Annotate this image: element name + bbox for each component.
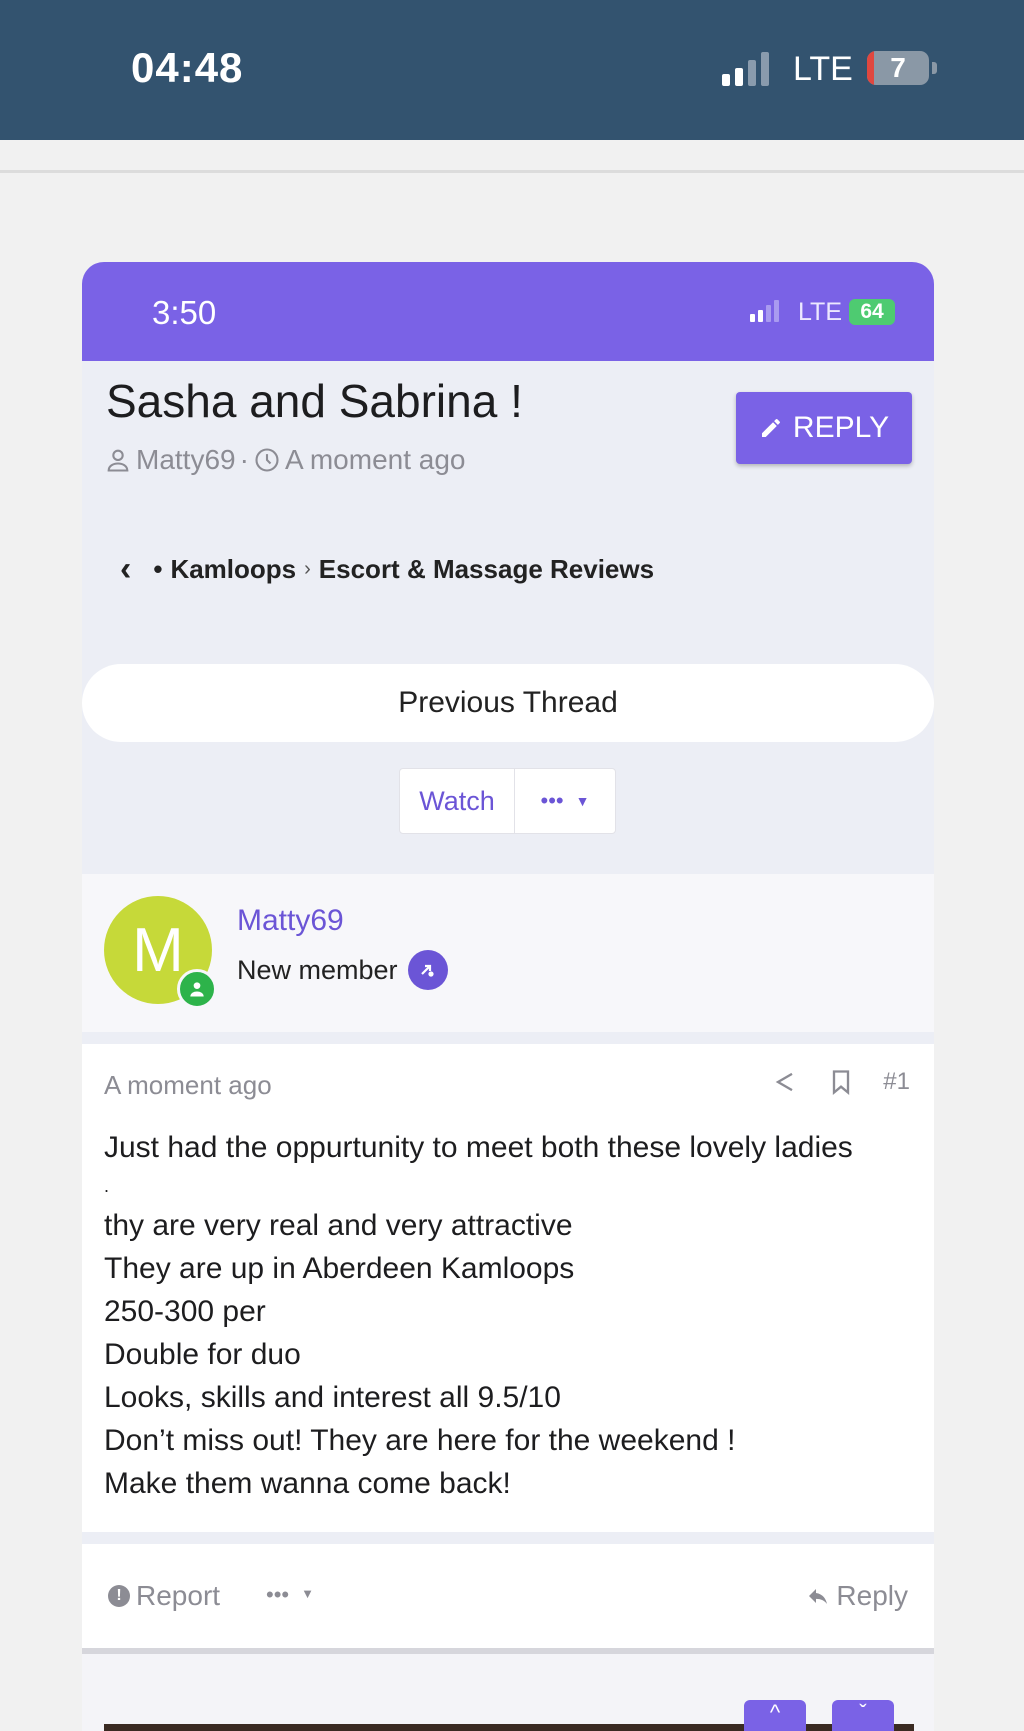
next-post-preview xyxy=(82,1654,934,1731)
thread-meta: Matty69 · A moment ago xyxy=(104,444,466,476)
chevron-up-icon: ^ xyxy=(769,1700,781,1725)
online-status-icon xyxy=(177,969,217,1009)
post-line: . xyxy=(104,1176,110,1196)
post-line: Just had the oppurtunity to meet both th… xyxy=(104,1131,853,1164)
outer-status-bar: 04:48 LTE 7 xyxy=(0,0,1024,140)
reply-link[interactable]: Reply xyxy=(806,1580,908,1612)
inner-clock: 3:50 xyxy=(152,294,217,331)
post-author: M Matty69 New member xyxy=(82,874,934,1032)
more-dots-icon: ••• xyxy=(266,1582,290,1607)
member-badge-icon xyxy=(407,950,448,990)
battery-icon: 7 xyxy=(867,51,929,85)
breadcrumb: ‹ • Kamloops › Escort & Massage Reviews xyxy=(120,550,654,589)
post-number[interactable]: #1 xyxy=(883,1068,910,1096)
post-time: A moment ago xyxy=(104,1070,272,1100)
reply-button[interactable]: REPLY xyxy=(736,392,912,464)
post-line: thy are very real and very attractive xyxy=(104,1209,573,1242)
breadcrumb-bullet: • xyxy=(153,554,163,584)
post-line: Make them wanna come back! xyxy=(104,1467,511,1500)
alert-icon: ! xyxy=(108,1585,130,1607)
bookmark-icon[interactable] xyxy=(827,1068,855,1096)
reply-button-label: REPLY xyxy=(792,411,890,444)
reply-arrow-icon xyxy=(809,1589,828,1604)
scroll-down-button[interactable]: ˇ xyxy=(832,1700,894,1731)
post-footer: ! Report ••• ▼ Reply xyxy=(82,1544,934,1648)
post-author-name[interactable]: Matty69 xyxy=(237,904,344,938)
battery-tip xyxy=(932,62,937,74)
meta-separator: · xyxy=(239,444,249,475)
outer-clock: 04:48 xyxy=(131,44,244,91)
watch-button[interactable]: Watch xyxy=(400,769,515,833)
battery-level: 7 xyxy=(890,52,906,83)
post-tools: #1 xyxy=(771,1068,910,1096)
pencil-icon xyxy=(761,418,780,437)
clock-icon xyxy=(255,448,279,472)
post-line: Double for duo xyxy=(104,1338,301,1371)
post: A moment ago #1 Just had the oppurtunity… xyxy=(82,1044,934,1532)
more-dots-icon: ••• xyxy=(540,788,564,813)
thread-author[interactable]: Matty69 xyxy=(136,444,236,476)
signal-icon xyxy=(750,300,779,322)
post-author-role: New member xyxy=(237,950,448,990)
thread-actions: Watch ••• ▼ xyxy=(399,768,616,834)
scroll-up-button[interactable]: ^ xyxy=(744,1700,806,1731)
post-line: Don’t miss out! They are here for the we… xyxy=(104,1424,736,1457)
more-menu-button[interactable]: ••• ▼ xyxy=(515,769,615,833)
inner-status-bar: 3:50 LTE 64 xyxy=(82,262,934,361)
thread-time: A moment ago xyxy=(284,444,466,475)
role-label: New member xyxy=(237,954,398,985)
battery-icon: 64 xyxy=(849,299,895,325)
chevron-down-icon: ˇ xyxy=(859,1700,867,1725)
chevron-left-icon[interactable]: ‹ xyxy=(120,550,131,589)
share-icon[interactable] xyxy=(771,1068,799,1096)
post-more-button[interactable]: ••• ▼ xyxy=(266,1582,314,1608)
caret-down-icon: ▼ xyxy=(301,1586,314,1601)
caret-down-icon: ▼ xyxy=(575,793,590,809)
previous-thread-button[interactable]: Previous Thread xyxy=(82,664,934,742)
breadcrumb-kamloops[interactable]: Kamloops xyxy=(170,554,296,585)
reply-label: Reply xyxy=(836,1580,908,1611)
thread-title: Sasha and Sabrina ! xyxy=(106,375,523,427)
network-label: LTE xyxy=(798,298,842,326)
breadcrumb-separator: › xyxy=(304,558,311,580)
post-line: They are up in Aberdeen Kamloops xyxy=(104,1252,575,1285)
user-icon xyxy=(107,449,129,472)
post-body: Just had the oppurtunity to meet both th… xyxy=(104,1126,914,1505)
embedded-screenshot: 3:50 LTE 64 Sasha and Sabrina ! Matty69 … xyxy=(82,262,934,1731)
post-line: 250-300 per xyxy=(104,1295,266,1328)
report-label: Report xyxy=(136,1580,221,1611)
post-line: Looks, skills and interest all 9.5/10 xyxy=(104,1381,561,1414)
battery-level: 64 xyxy=(860,300,884,323)
divider xyxy=(0,170,1024,173)
report-link[interactable]: ! Report xyxy=(108,1580,220,1612)
network-label: LTE xyxy=(793,50,853,88)
signal-icon xyxy=(722,52,769,86)
breadcrumb-reviews[interactable]: Escort & Massage Reviews xyxy=(319,554,654,585)
